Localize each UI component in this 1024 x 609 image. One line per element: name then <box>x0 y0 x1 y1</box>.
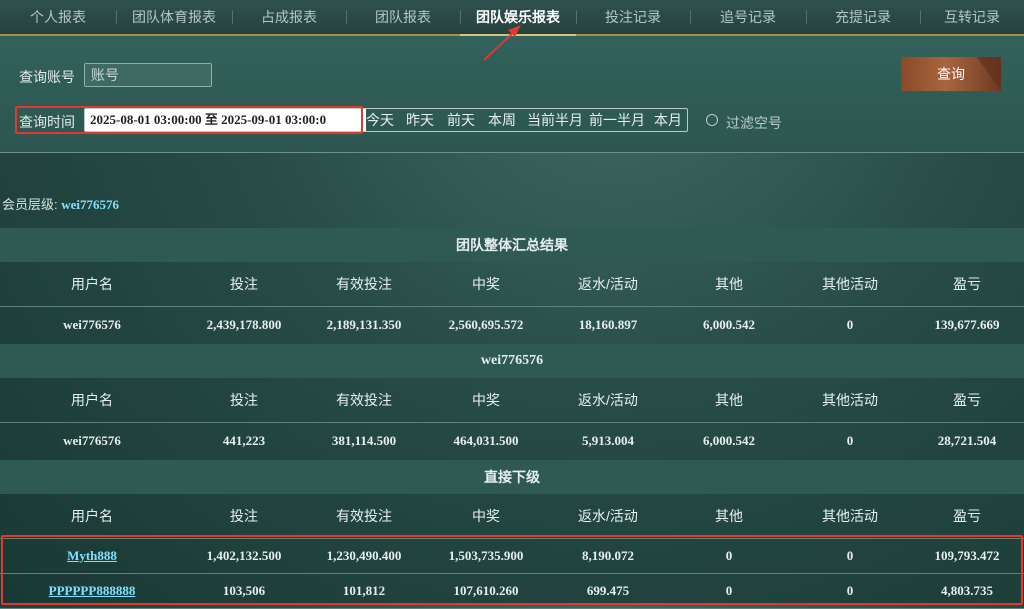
value-cell: 0 <box>846 317 854 332</box>
tab-separator <box>232 10 233 24</box>
filter-empty-radio[interactable] <box>706 114 718 126</box>
column-header: 盈亏 <box>953 392 981 408</box>
section-title: 团队整体汇总结果 <box>0 228 1024 262</box>
tab-4[interactable]: 团队娱乐报表 <box>460 0 576 36</box>
quick-range-4[interactable]: 当前半月 <box>527 109 583 131</box>
column-header: 有效投注 <box>336 508 392 524</box>
tab-7[interactable]: 充提记录 <box>806 0 920 34</box>
member-level: 会员层级: wei776576 <box>2 194 119 213</box>
column-header: 投注 <box>230 392 258 408</box>
tab-separator <box>690 10 691 24</box>
username-cell: wei776576 <box>63 433 121 448</box>
column-header: 返水/活动 <box>578 276 638 292</box>
column-header: 其他活动 <box>822 392 878 408</box>
column-header: 其他 <box>715 392 743 408</box>
query-button-label: 查询 <box>937 66 965 82</box>
column-header: 投注 <box>230 276 258 292</box>
table-header: 用户名 投注 有效投注 中奖 返水/活动 其他 其他活动 盈亏 <box>0 262 1024 307</box>
account-input[interactable] <box>84 63 212 87</box>
value-cell: 139,677.669 <box>934 317 1000 332</box>
report-tabs: 个人报表 团队体育报表 占成报表 团队报表 团队娱乐报表 投注记录 追号记录 充提记录 互转记录 <box>0 0 1024 36</box>
tab-separator <box>806 10 807 24</box>
tab-separator <box>346 10 347 24</box>
column-header: 中奖 <box>472 508 500 524</box>
value-cell: 441,223 <box>222 433 266 448</box>
column-header: 投注 <box>230 508 258 524</box>
value-cell: 6,000.542 <box>703 317 755 332</box>
time-highlight-box <box>15 106 363 134</box>
value-cell: 0 <box>846 433 854 448</box>
tab-separator <box>460 10 461 24</box>
section-title: wei776576 <box>0 344 1024 378</box>
column-header: 中奖 <box>472 392 500 408</box>
tab-8[interactable]: 互转记录 <box>920 0 1024 34</box>
tab-2[interactable]: 占成报表 <box>232 0 346 34</box>
column-header: 有效投注 <box>336 392 392 408</box>
member-level-value[interactable]: wei776576 <box>61 197 119 212</box>
column-header: 其他活动 <box>822 508 878 524</box>
column-header: 返水/活动 <box>578 508 638 524</box>
quick-range-5[interactable]: 前一半月 <box>589 109 645 131</box>
value-cell: 6,000.542 <box>703 433 755 448</box>
column-header: 用户名 <box>71 392 113 408</box>
tab-5[interactable]: 投注记录 <box>576 0 690 34</box>
column-header: 有效投注 <box>336 276 392 292</box>
username-cell: wei776576 <box>63 317 121 332</box>
value-cell: 28,721.504 <box>937 433 997 448</box>
value-cell: 2,189,131.350 <box>326 317 402 332</box>
quick-range-2[interactable]: 前天 <box>447 109 475 131</box>
column-header: 返水/活动 <box>578 392 638 408</box>
column-header: 盈亏 <box>953 508 981 524</box>
query-button[interactable]: 查询 <box>901 57 1001 91</box>
column-header: 其他 <box>715 508 743 524</box>
quick-range-3[interactable]: 本周 <box>488 109 516 131</box>
column-header: 其他 <box>715 276 743 292</box>
filter-empty-label: 过滤空号 <box>726 115 782 131</box>
value-cell: 5,913.004 <box>582 433 634 448</box>
tab-separator <box>920 10 921 24</box>
quick-range-6[interactable]: 本月 <box>654 109 682 131</box>
member-level-label: 会员层级: <box>2 197 58 212</box>
value-cell: 2,560,695.572 <box>448 317 524 332</box>
column-header: 其他活动 <box>822 276 878 292</box>
tab-1[interactable]: 团队体育报表 <box>116 0 232 34</box>
rows-highlight-box <box>1 535 1023 605</box>
quick-range-0[interactable]: 今天 <box>366 109 394 131</box>
tab-separator <box>116 10 117 24</box>
table-header: 用户名 投注 有效投注 中奖 返水/活动 其他 其他活动 盈亏 <box>0 494 1024 539</box>
value-cell: 18,160.897 <box>578 317 638 332</box>
column-header: 用户名 <box>71 276 113 292</box>
value-cell: 2,439,178.800 <box>206 317 282 332</box>
table-row: wei776576 441,223 381,114.500 464,031.500 5,… <box>0 422 1024 461</box>
column-header: 中奖 <box>472 276 500 292</box>
value-cell: 464,031.500 <box>453 433 519 448</box>
tab-0[interactable]: 个人报表 <box>0 0 116 34</box>
quick-range-1[interactable]: 昨天 <box>406 109 434 131</box>
section-title: 直接下级 <box>0 460 1024 494</box>
filter-panel: 查询账号 查询时间 2025-08-01 03:00:00 至 2025-09-… <box>0 36 1024 153</box>
column-header: 盈亏 <box>953 276 981 292</box>
tab-3[interactable]: 团队报表 <box>346 0 460 34</box>
tab-separator <box>576 10 577 24</box>
account-label: 查询账号 <box>19 69 75 85</box>
value-cell: 381,114.500 <box>331 433 397 448</box>
table-header: 用户名 投注 有效投注 中奖 返水/活动 其他 其他活动 盈亏 <box>0 378 1024 423</box>
column-header: 用户名 <box>71 508 113 524</box>
table-row: wei776576 2,439,178.800 2,189,131.350 2,560… <box>0 306 1024 345</box>
tab-6[interactable]: 追号记录 <box>690 0 806 34</box>
